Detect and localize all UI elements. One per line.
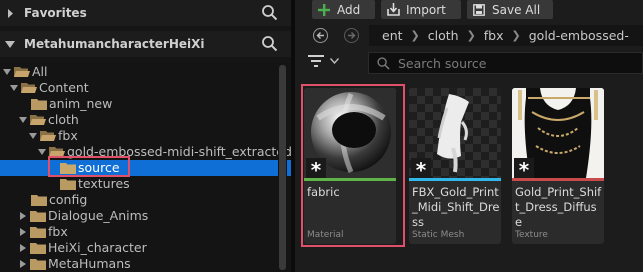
sources-panel: Favorites MetahumancharacterHeiXi All Co… (0, 0, 291, 272)
back-button[interactable] (313, 28, 328, 43)
folder-icon (31, 195, 47, 206)
asset-type: Texture (515, 230, 548, 240)
breadcrumb: ent ❯ cloth ❯ fbx ❯ gold-embossed- (369, 25, 643, 46)
tree-item-label: textures (78, 176, 130, 191)
tree-item-dialogue-anims[interactable]: Dialogue_Anims (0, 208, 291, 224)
folder-icon (60, 179, 76, 190)
expand-arrow-icon[interactable] (2, 67, 12, 77)
asset-type: Static Mesh (412, 230, 465, 240)
tree-item-heixi-character[interactable]: HeiXi_character (0, 240, 291, 256)
tree-item-label: fbx (48, 224, 68, 239)
tree-item-content[interactable]: Content (0, 80, 286, 96)
asset-tile-texture[interactable]: * Gold_Print_Shift_Dress_Diffuse Texture (512, 88, 604, 244)
folder-icon (30, 227, 46, 238)
tree-item-cloth[interactable]: cloth (0, 112, 291, 128)
add-button-label: Add (337, 2, 361, 17)
import-button[interactable]: Import (381, 0, 461, 19)
tree-item-anim-new[interactable]: anim_new (0, 96, 291, 112)
back-arrow-icon (316, 32, 324, 39)
tree-item-metahumans[interactable]: MetaHumans (0, 256, 291, 272)
chevron-down-icon (330, 58, 339, 64)
folder-icon (30, 243, 46, 254)
tree-item-label: All (32, 64, 48, 79)
import-button-label: Import (406, 2, 446, 17)
tree-item-source[interactable]: source (0, 160, 291, 176)
folder-icon (30, 211, 46, 222)
collapse-arrow-icon[interactable] (18, 259, 28, 269)
tree-item-gold-embossed-extracted[interactable]: gold-embossed-midi-shift_extracted (0, 144, 291, 160)
save-all-button-label: Save All (492, 2, 541, 17)
project-search-icon[interactable] (261, 35, 279, 53)
chevron-right-icon[interactable]: ❯ (411, 29, 420, 42)
tree-item-fbx[interactable]: fbx (0, 128, 291, 144)
content-browser: Favorites MetahumancharacterHeiXi All Co… (0, 0, 643, 272)
tree-item-config[interactable]: config (0, 192, 291, 208)
forward-arrow-icon (348, 32, 356, 39)
filter-icon (308, 55, 324, 67)
search-icon (377, 56, 390, 70)
search-placeholder: Search source (398, 55, 487, 71)
tree-item-all[interactable]: All (0, 64, 279, 80)
asset-type-color-bar (409, 178, 501, 181)
chevron-right-icon[interactable]: ❯ (467, 29, 476, 42)
folder-tree: All Content anim_new cloth fbx gold-embo… (0, 62, 291, 272)
tree-item-label: fbx (58, 128, 78, 143)
tree-item-label: MetaHumans (48, 256, 131, 271)
tree-scrollbar[interactable] (278, 62, 287, 272)
asset-view-panel: Add Import Save All ent ❯ cloth ❯ fbx ❯ (295, 0, 643, 272)
project-header[interactable]: MetahumancharacterHeiXi (0, 31, 291, 57)
breadcrumb-item[interactable]: gold-embossed- (529, 28, 629, 43)
tree-item-label: Dialogue_Anims (48, 208, 149, 223)
texture-thumbnail: * (512, 88, 604, 178)
save-all-button[interactable]: Save All (467, 0, 553, 19)
expand-arrow-icon[interactable] (37, 147, 47, 157)
fabric-highlight-box (301, 84, 405, 247)
chevron-right-icon[interactable]: ❯ (512, 29, 521, 42)
add-button[interactable]: Add (312, 0, 375, 19)
expand-arrow-icon[interactable] (18, 115, 28, 125)
collapse-arrow-icon[interactable] (18, 243, 28, 253)
import-icon (386, 3, 400, 17)
favorites-search-icon[interactable] (261, 4, 279, 22)
folder-icon (30, 259, 46, 270)
tree-item-fbx-root[interactable]: fbx (0, 224, 291, 240)
expand-arrow-icon[interactable] (9, 83, 19, 93)
folder-icon (31, 99, 47, 110)
asset-name: FBX_Gold_Print_Midi_Shift_Dress (412, 185, 500, 229)
mesh-thumbnail: * (409, 88, 501, 178)
asset-type-color-bar (512, 178, 604, 181)
unsaved-star-icon: * (411, 158, 431, 178)
tree-item-label: anim_new (49, 96, 113, 111)
favorites-label: Favorites (24, 6, 87, 20)
tree-item-label: cloth (48, 112, 79, 127)
breadcrumb-item[interactable]: ent (382, 28, 403, 43)
tree-item-label: HeiXi_character (48, 240, 147, 255)
collapse-arrow-icon[interactable] (18, 227, 28, 237)
forward-button[interactable] (344, 28, 359, 43)
search-input[interactable]: Search source (368, 52, 643, 74)
tree-item-label: Content (39, 80, 89, 95)
unsaved-star-icon: * (514, 158, 534, 178)
collapse-arrow-icon[interactable] (18, 211, 28, 221)
plus-icon (317, 3, 331, 17)
open-folder-icon (30, 115, 46, 125)
filter-button[interactable] (308, 55, 339, 67)
open-folder-icon (14, 67, 30, 77)
open-folder-icon (40, 131, 56, 141)
project-label: MetahumancharacterHeiXi (24, 37, 205, 51)
breadcrumb-item[interactable]: cloth (428, 28, 459, 43)
tree-item-textures[interactable]: textures (0, 176, 291, 192)
scrollbar-thumb[interactable] (279, 65, 286, 270)
open-folder-icon (21, 83, 37, 93)
favorites-header[interactable]: Favorites (0, 0, 291, 26)
expand-arrow-icon[interactable] (28, 131, 38, 141)
collapse-arrow-icon[interactable] (5, 8, 15, 18)
source-highlight-box (48, 156, 130, 177)
asset-name: Gold_Print_Shift_Dress_Diffuse (515, 185, 602, 229)
asset-tile-static-mesh[interactable]: * FBX_Gold_Print_Midi_Shift_Dress Static… (409, 88, 501, 244)
breadcrumb-item[interactable]: fbx (484, 28, 504, 43)
tree-item-label: config (49, 192, 88, 207)
expand-arrow-icon[interactable] (5, 40, 15, 49)
save-icon (472, 3, 486, 17)
